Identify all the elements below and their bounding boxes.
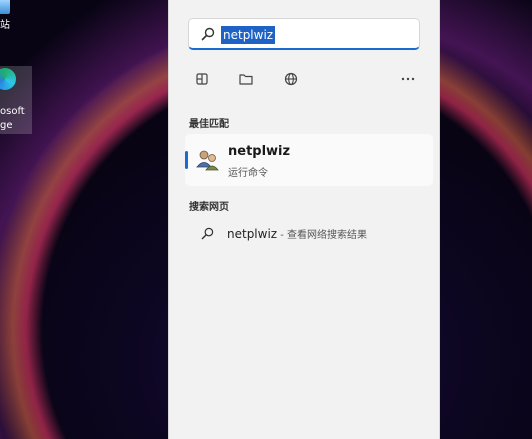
users-icon <box>196 150 219 171</box>
filter-row <box>193 70 417 90</box>
search-icon <box>201 227 214 240</box>
edge-label-line2: ge <box>0 120 13 131</box>
more-icon[interactable] <box>399 70 417 88</box>
globe-icon[interactable] <box>282 70 300 88</box>
recycle-bin-icon <box>0 0 10 14</box>
selection-accent <box>185 151 188 169</box>
web-hint: - 查看网络搜索结果 <box>277 230 368 241</box>
best-match-result[interactable]: netplwiz 运行命令 <box>185 134 433 186</box>
search-box[interactable]: netplwiz <box>188 18 420 50</box>
folder-icon[interactable] <box>237 70 255 88</box>
best-match-title: 最佳匹配 <box>189 119 229 130</box>
web-query: netplwiz <box>227 227 278 241</box>
search-icon <box>201 27 215 41</box>
apps-icon[interactable] <box>193 70 211 88</box>
recycle-bin-label: 站 <box>0 20 10 31</box>
edge-label-line1: osoft <box>0 106 25 117</box>
web-search-text: netplwiz - 查看网络搜索结果 <box>227 226 367 241</box>
search-input[interactable]: netplwiz <box>221 26 276 44</box>
web-search-result[interactable]: netplwiz - 查看网络搜索结果 <box>199 225 429 243</box>
app-type: 运行命令 <box>228 168 268 179</box>
start-search-panel: netplwiz 最佳匹配 netplwiz 运行命令 搜索网页 netplwi… <box>168 0 440 439</box>
edge-icon <box>0 68 16 90</box>
desktop-recycle-bin[interactable]: 站 <box>0 0 32 40</box>
app-name: netplwiz <box>228 144 291 159</box>
desktop-edge-shortcut[interactable]: osoft ge <box>0 66 32 134</box>
web-search-title: 搜索网页 <box>189 202 229 213</box>
